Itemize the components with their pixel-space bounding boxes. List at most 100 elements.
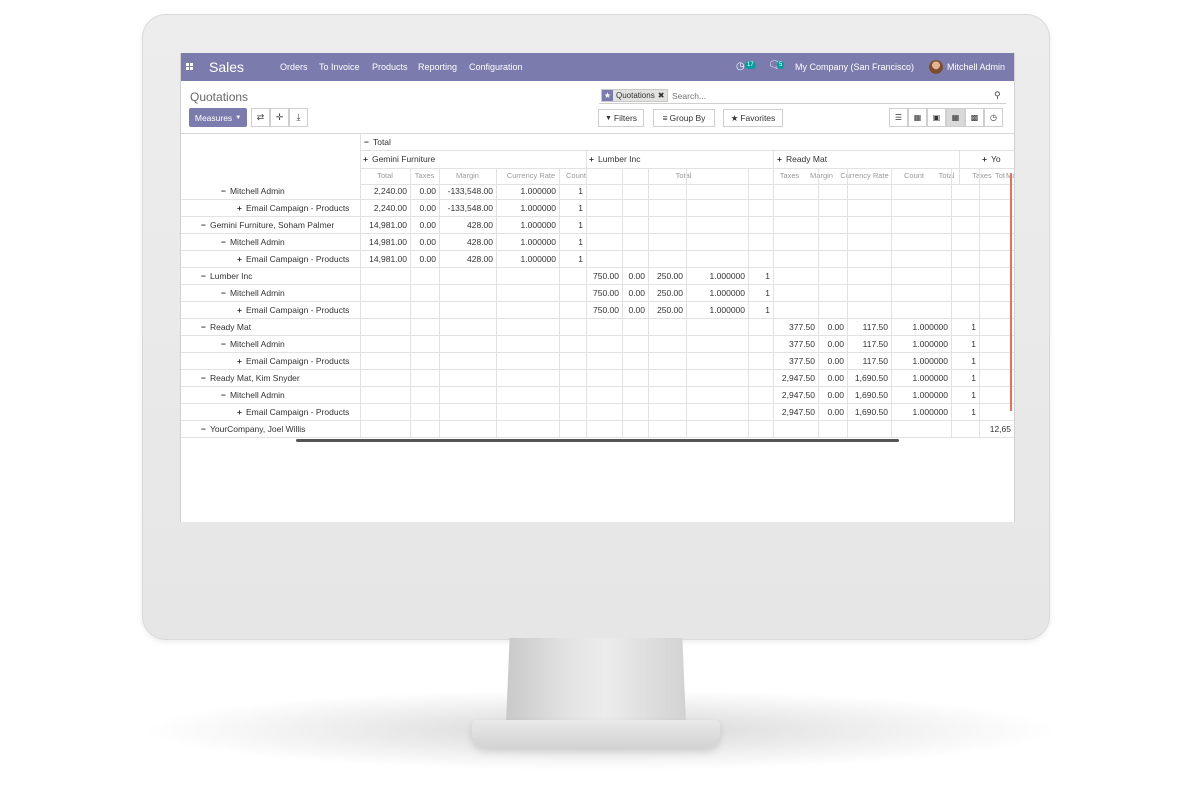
pivot-cell[interactable] <box>951 421 979 438</box>
pivot-cell[interactable]: 1 <box>559 251 586 268</box>
pivot-cell[interactable] <box>951 217 979 234</box>
pivot-cell[interactable]: 1.000000 <box>891 387 951 404</box>
view-pivot-button[interactable]: ▦ <box>946 108 965 127</box>
view-graph-button[interactable]: ▩ <box>965 108 984 127</box>
pivot-cell[interactable] <box>559 370 586 387</box>
pivot-cell[interactable]: 14,981.00 <box>360 234 410 251</box>
pivot-cell[interactable] <box>818 217 847 234</box>
pivot-cell[interactable]: 377.50 <box>773 353 818 370</box>
pivot-cell[interactable] <box>847 285 891 302</box>
pivot-cell[interactable] <box>648 200 686 217</box>
pivot-cell[interactable]: 0.00 <box>622 268 648 285</box>
pivot-cell[interactable] <box>559 421 586 438</box>
pivot-cell[interactable] <box>951 200 979 217</box>
pivot-cell[interactable] <box>622 353 648 370</box>
pivot-cell[interactable] <box>496 302 559 319</box>
pivot-cell[interactable]: 750.00 <box>586 285 622 302</box>
pivot-cell[interactable] <box>439 353 496 370</box>
pivot-cell[interactable] <box>410 302 439 319</box>
pivot-cell[interactable] <box>818 200 847 217</box>
col-header-lumber[interactable]: + Lumber Inc <box>589 154 641 164</box>
pivot-cell[interactable] <box>748 404 773 421</box>
pivot-cell[interactable] <box>496 370 559 387</box>
pivot-cell[interactable] <box>686 387 748 404</box>
pivot-cell[interactable] <box>979 251 1014 268</box>
pivot-cell[interactable]: 0.00 <box>622 285 648 302</box>
pivot-cell[interactable]: 0.00 <box>818 336 847 353</box>
pivot-cell[interactable] <box>648 336 686 353</box>
pivot-cell[interactable]: 14,981.00 <box>360 251 410 268</box>
pivot-cell[interactable]: 0.00 <box>622 302 648 319</box>
pivot-cell[interactable]: 1 <box>951 336 979 353</box>
pivot-cell[interactable] <box>686 336 748 353</box>
pivot-cell[interactable]: 750.00 <box>586 302 622 319</box>
pivot-cell[interactable] <box>686 234 748 251</box>
pivot-cell[interactable]: 1 <box>748 268 773 285</box>
row-header[interactable]: − Ready Mat, Kim Snyder <box>181 370 379 387</box>
pivot-cell[interactable] <box>496 421 559 438</box>
pivot-cell[interactable] <box>748 251 773 268</box>
favorites-button[interactable]: ★ Favorites <box>723 109 783 127</box>
filters-button[interactable]: ▼ Filters <box>598 109 644 127</box>
group-by-button[interactable]: ≡ Group By <box>653 109 715 127</box>
pivot-cell[interactable] <box>410 353 439 370</box>
pivot-cell[interactable] <box>439 336 496 353</box>
pivot-cell[interactable]: 1,690.50 <box>847 370 891 387</box>
pivot-cell[interactable] <box>686 370 748 387</box>
pivot-cell[interactable] <box>410 336 439 353</box>
pivot-cell[interactable] <box>586 353 622 370</box>
pivot-cell[interactable] <box>586 387 622 404</box>
pivot-cell[interactable] <box>586 251 622 268</box>
pivot-cell[interactable]: -133,548.00 <box>439 183 496 200</box>
row-header[interactable]: − Ready Mat <box>181 319 379 336</box>
flip-axis-button[interactable]: ⇄ <box>251 108 270 127</box>
pivot-cell[interactable] <box>496 404 559 421</box>
pivot-cell[interactable] <box>891 217 951 234</box>
pivot-cell[interactable]: 1 <box>559 217 586 234</box>
row-header[interactable]: − YourCompany, Joel Willis <box>181 421 379 438</box>
horizontal-scrollbar[interactable] <box>296 439 899 442</box>
pivot-cell[interactable]: 1 <box>951 387 979 404</box>
pivot-cell[interactable] <box>979 387 1014 404</box>
pivot-cell[interactable] <box>847 234 891 251</box>
pivot-cell[interactable] <box>773 200 818 217</box>
download-button[interactable]: ⤓ <box>289 108 308 127</box>
pivot-cell[interactable] <box>559 404 586 421</box>
user-menu[interactable]: Mitchell Admin <box>947 62 1005 72</box>
pivot-cell[interactable] <box>773 183 818 200</box>
pivot-cell[interactable] <box>496 336 559 353</box>
col-header-yourcompany[interactable]: + Yo <box>982 154 1001 164</box>
pivot-cell[interactable]: 1.000000 <box>891 336 951 353</box>
pivot-cell[interactable] <box>586 234 622 251</box>
pivot-cell[interactable] <box>439 285 496 302</box>
pivot-cell[interactable] <box>951 302 979 319</box>
pivot-cell[interactable] <box>410 319 439 336</box>
pivot-cell[interactable]: 428.00 <box>439 217 496 234</box>
pivot-cell[interactable]: 250.00 <box>648 285 686 302</box>
col-header-gemini[interactable]: + Gemini Furniture <box>363 154 435 164</box>
pivot-cell[interactable]: 1 <box>951 353 979 370</box>
col-header-total[interactable]: − Total <box>364 137 391 147</box>
pivot-cell[interactable] <box>847 421 891 438</box>
pivot-cell[interactable] <box>586 370 622 387</box>
pivot-cell[interactable]: 250.00 <box>648 302 686 319</box>
pivot-cell[interactable] <box>410 421 439 438</box>
activity-clock-icon[interactable]: ◷ <box>736 61 745 72</box>
row-header[interactable]: − Gemini Furniture, Soham Palmer <box>181 217 379 234</box>
pivot-cell[interactable] <box>496 319 559 336</box>
pivot-cell[interactable] <box>686 421 748 438</box>
pivot-cell[interactable]: 117.50 <box>847 319 891 336</box>
pivot-cell[interactable]: 1 <box>951 404 979 421</box>
pivot-cell[interactable]: -133,548.00 <box>439 200 496 217</box>
measures-button[interactable]: Measures ▼ <box>189 108 247 127</box>
pivot-cell[interactable] <box>847 183 891 200</box>
pivot-cell[interactable] <box>360 268 410 285</box>
pivot-cell[interactable]: 0.00 <box>818 370 847 387</box>
pivot-cell[interactable] <box>686 404 748 421</box>
pivot-cell[interactable] <box>951 285 979 302</box>
pivot-cell[interactable]: 1.000000 <box>496 234 559 251</box>
pivot-cell[interactable] <box>439 421 496 438</box>
pivot-cell[interactable] <box>622 319 648 336</box>
pivot-cell[interactable] <box>622 217 648 234</box>
pivot-cell[interactable] <box>360 319 410 336</box>
